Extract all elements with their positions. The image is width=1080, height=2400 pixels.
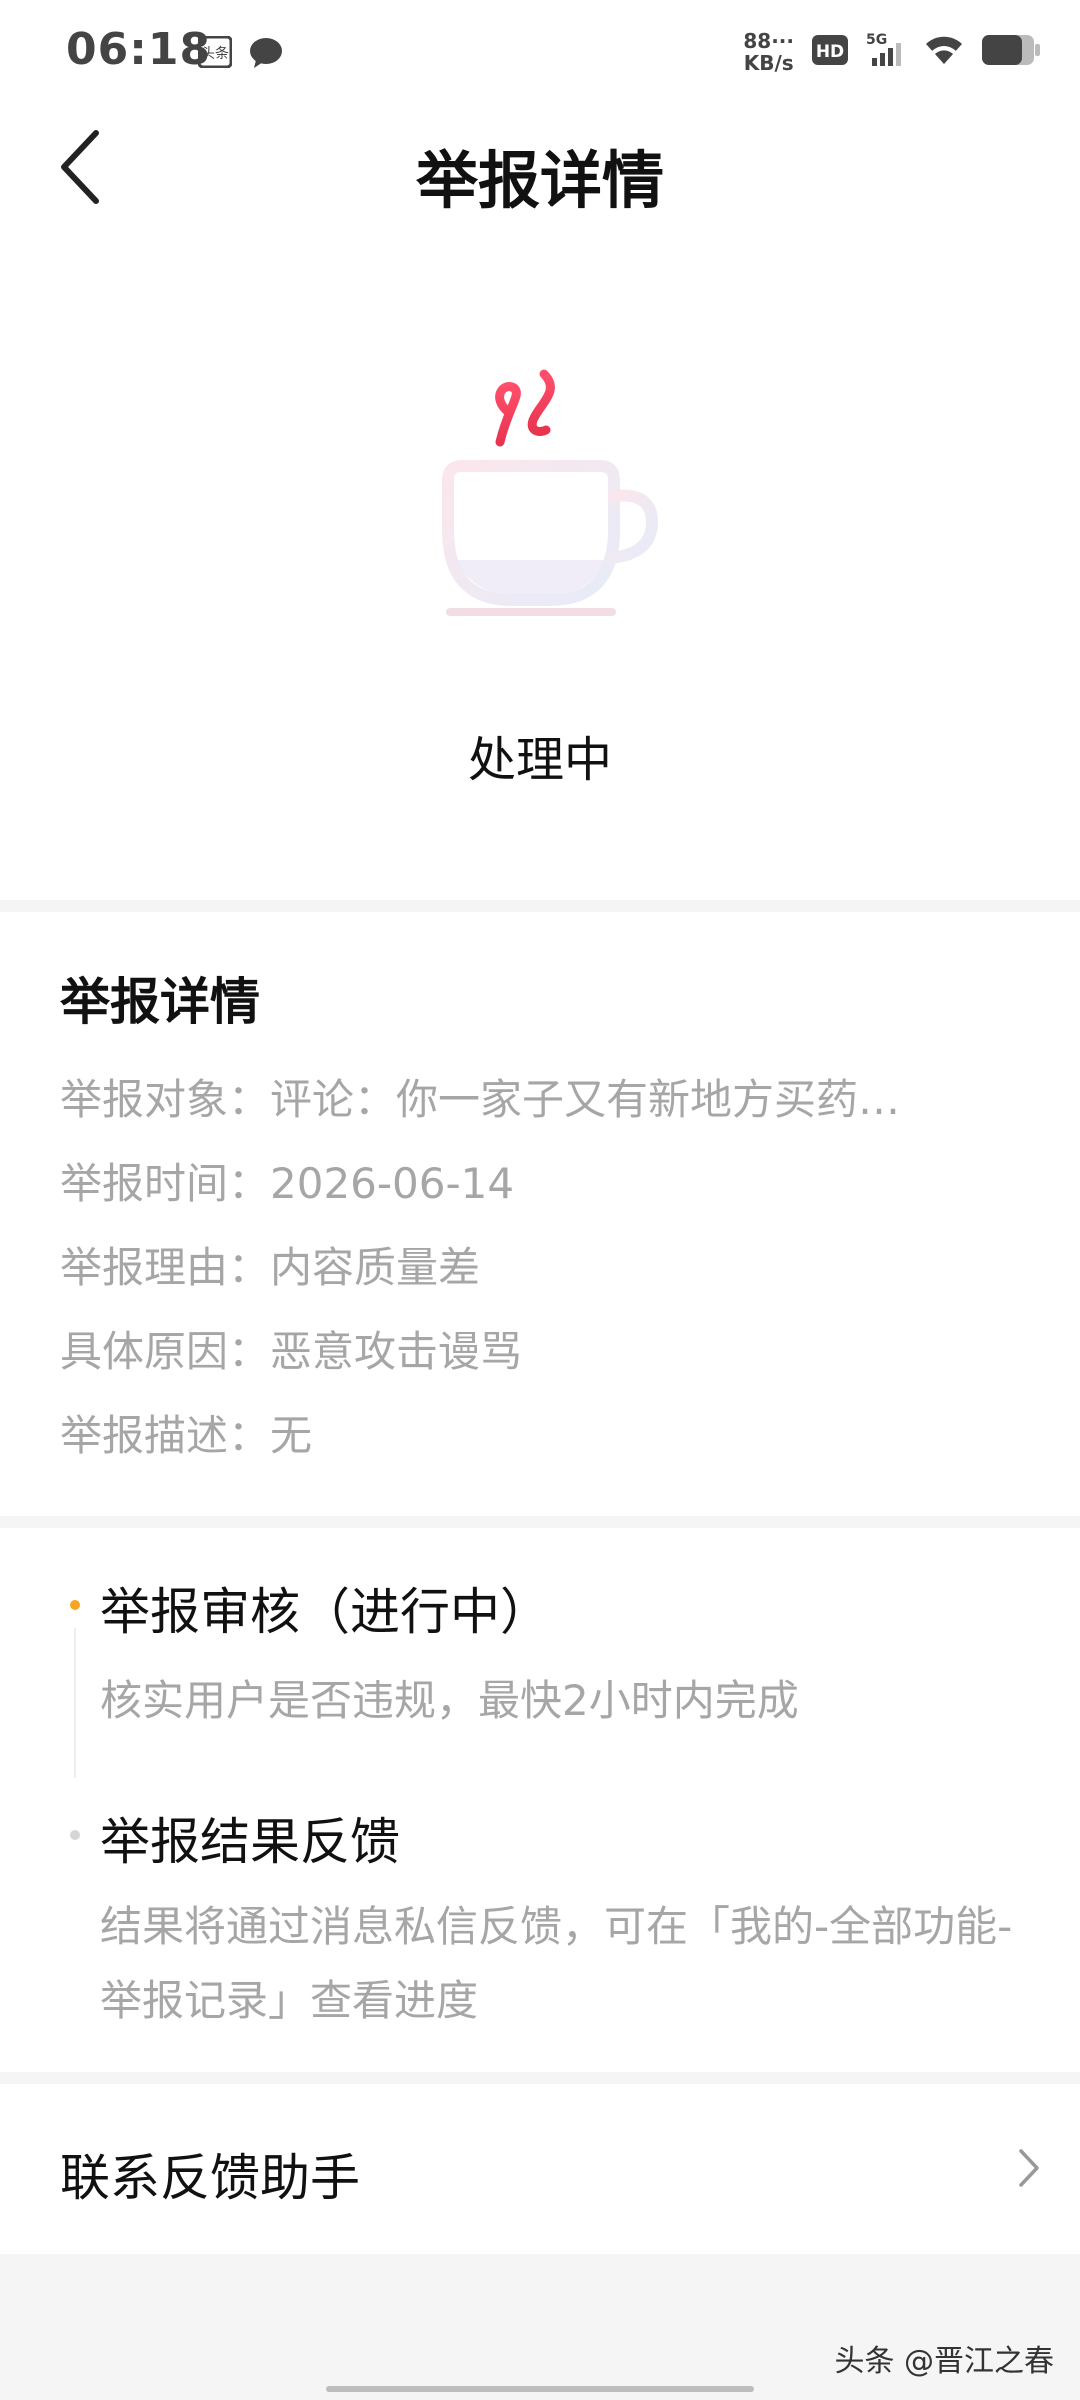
contact-feedback-assistant-label: 联系反馈助手 xyxy=(60,2149,360,2207)
processing-status: 处理中 xyxy=(467,732,612,788)
hd-label: HD xyxy=(816,42,844,62)
contact-feedback-assistant-row[interactable]: 联系反馈助手 xyxy=(0,2084,1080,2254)
signal-label: 5G xyxy=(866,32,887,48)
watermark: 头条 @晋江之春 xyxy=(834,2344,1054,2379)
step-review-title: 举报审核（进行中） xyxy=(100,1583,550,1641)
cellular-signal-icon: 5G xyxy=(866,32,906,72)
wifi-icon xyxy=(924,34,964,70)
nav-bar: 举报详情 xyxy=(0,100,1080,240)
status-right-group: 88··· KB/s HD 5G xyxy=(743,28,1040,76)
report-reason-row: 举报理由：内容质量差 xyxy=(60,1243,481,1292)
step-review-desc: 核实用户是否违规，最快2小时内完成 xyxy=(100,1676,799,1725)
step-feedback-title: 举报结果反馈 xyxy=(100,1813,400,1871)
home-indicator[interactable] xyxy=(326,2386,754,2392)
message-bubble-icon xyxy=(248,36,284,74)
chevron-right-icon xyxy=(1018,2148,1040,2192)
toutiao-app-icon: 头条 xyxy=(197,35,233,72)
specific-cause-row: 具体原因：恶意攻击谩骂 xyxy=(60,1327,523,1376)
hd-icon: HD xyxy=(812,35,848,69)
step-active-dot xyxy=(70,1600,80,1610)
network-speed: 88··· KB/s xyxy=(743,30,794,74)
network-speed-value: 88··· xyxy=(743,29,794,53)
status-hero: 处理中 xyxy=(0,240,1080,900)
details-section-title: 举报详情 xyxy=(60,973,260,1031)
report-target-row: 举报对象：评论：你一家子又有新地方买药… xyxy=(60,1075,901,1124)
page-title: 举报详情 xyxy=(415,144,664,217)
status-time: 06:18 xyxy=(66,24,212,75)
report-time-row: 举报时间：2026-06-14 xyxy=(60,1159,515,1208)
battery-icon xyxy=(982,35,1040,69)
report-details-card: 举报详情 举报对象：评论：你一家子又有新地方买药… 举报时间：2026-06-1… xyxy=(0,912,1080,1516)
network-speed-unit: KB/s xyxy=(743,51,794,75)
step-connector-line xyxy=(74,1628,76,1778)
toutiao-label: 头条 xyxy=(201,45,229,62)
step-inactive-dot xyxy=(70,1830,80,1840)
status-bar: 06:18 头条 88··· KB/s HD 5G xyxy=(0,0,1080,100)
coffee-cup-icon xyxy=(430,360,670,620)
report-description-row: 举报描述：无 xyxy=(60,1411,313,1460)
step-feedback-desc: 结果将通过消息私信反馈，可在「我的-全部功能-举报记录」查看进度 xyxy=(100,1902,1013,2025)
report-progress-card: 举报审核（进行中） 核实用户是否违规，最快2小时内完成 举报结果反馈 结果将通过… xyxy=(0,1528,1080,2072)
